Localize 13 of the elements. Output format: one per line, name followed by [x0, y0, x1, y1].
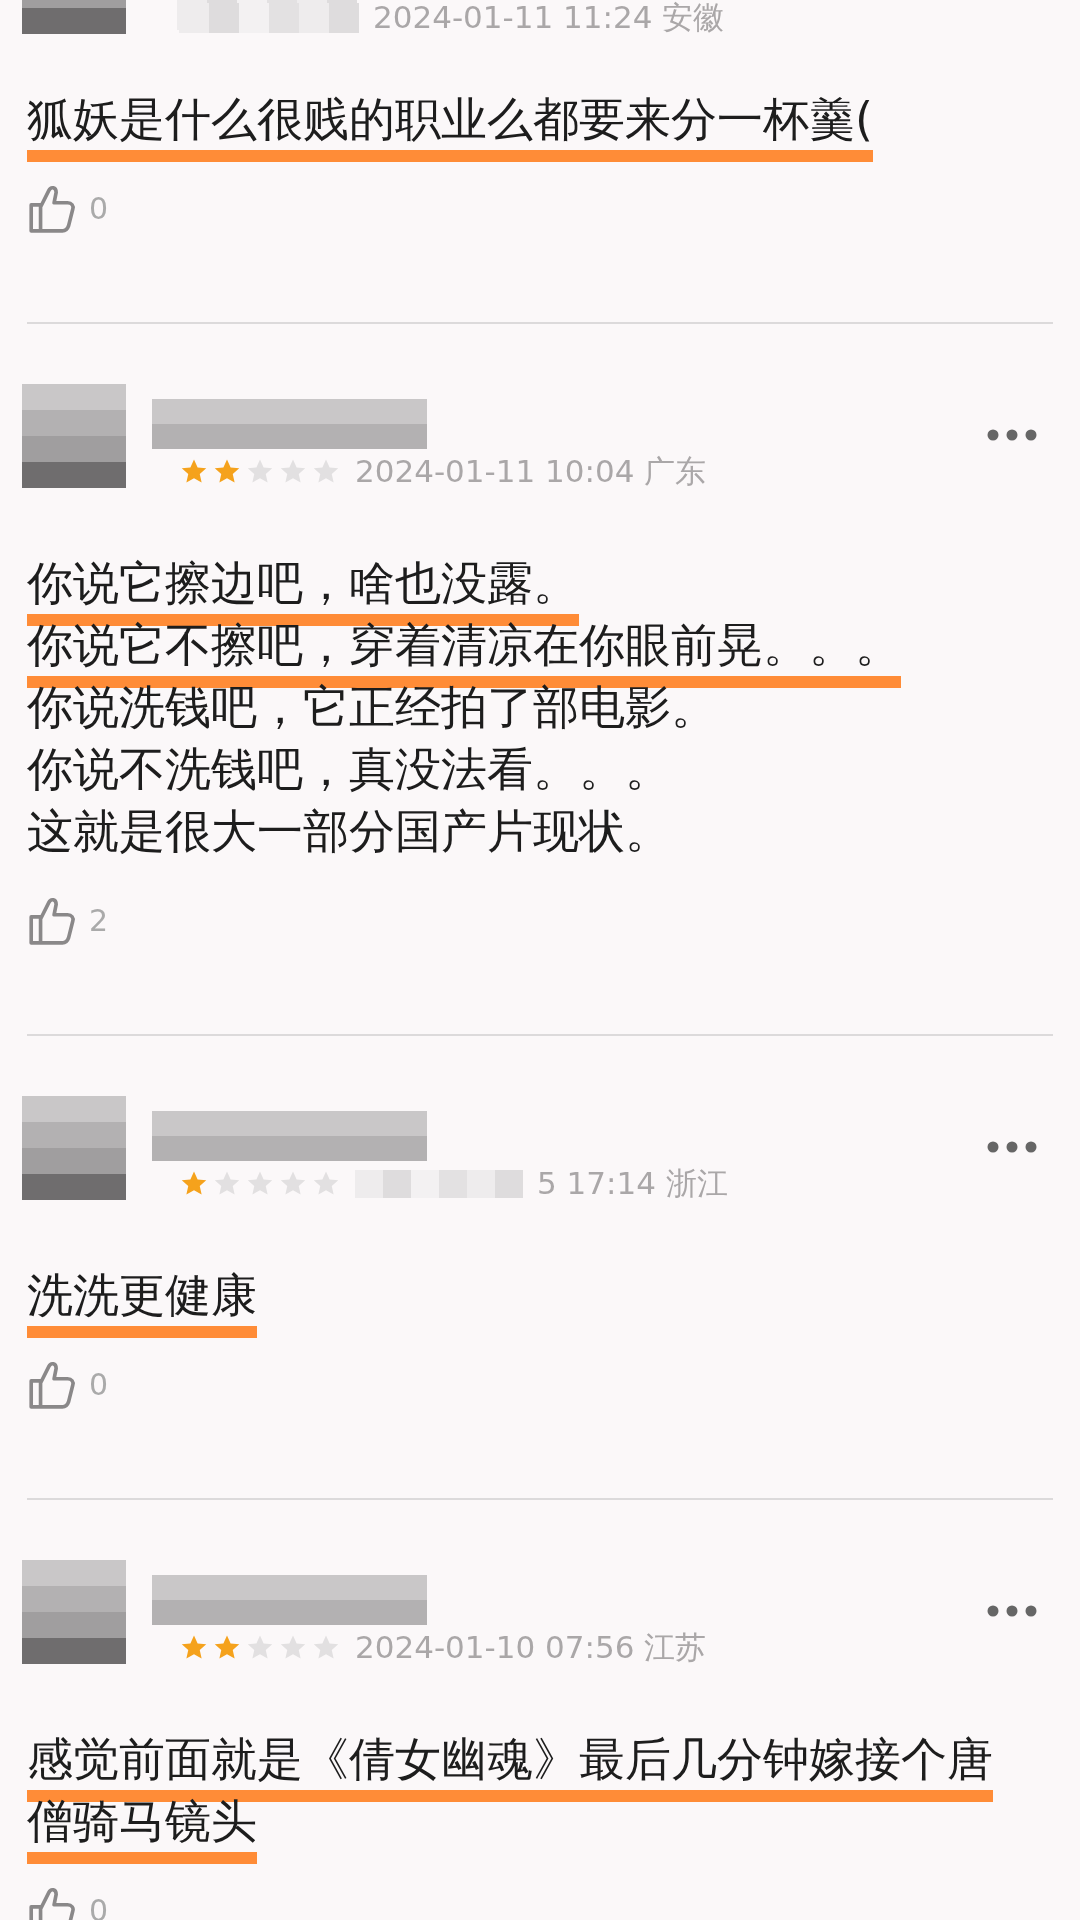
comment-text: 僧骑马镜头 [27, 1794, 257, 1864]
comment-text: 这就是很大一部分国产片现状。 [27, 804, 671, 858]
like-count: 0 [89, 189, 109, 228]
like-count: 2 [89, 901, 109, 940]
comment-text: 你说不洗钱吧，真没法看。。。 [27, 742, 671, 796]
comment-text: 洗洗更健康 [27, 1268, 257, 1338]
like-count: 0 [89, 1365, 109, 1404]
like-count: 0 [89, 1891, 109, 1920]
comment-text: 狐妖是什么很贱的职业么都要来分一杯羹( [27, 92, 873, 162]
comment-date: 5 17:14 浙江 [537, 1168, 728, 1199]
comment-date: 2024-01-10 07:56 江苏 [355, 1632, 707, 1663]
comment-date: 2024-01-11 10:04 广东 [355, 456, 707, 487]
comment-date: 2024-01-11 11:24 安徽 [373, 2, 725, 33]
